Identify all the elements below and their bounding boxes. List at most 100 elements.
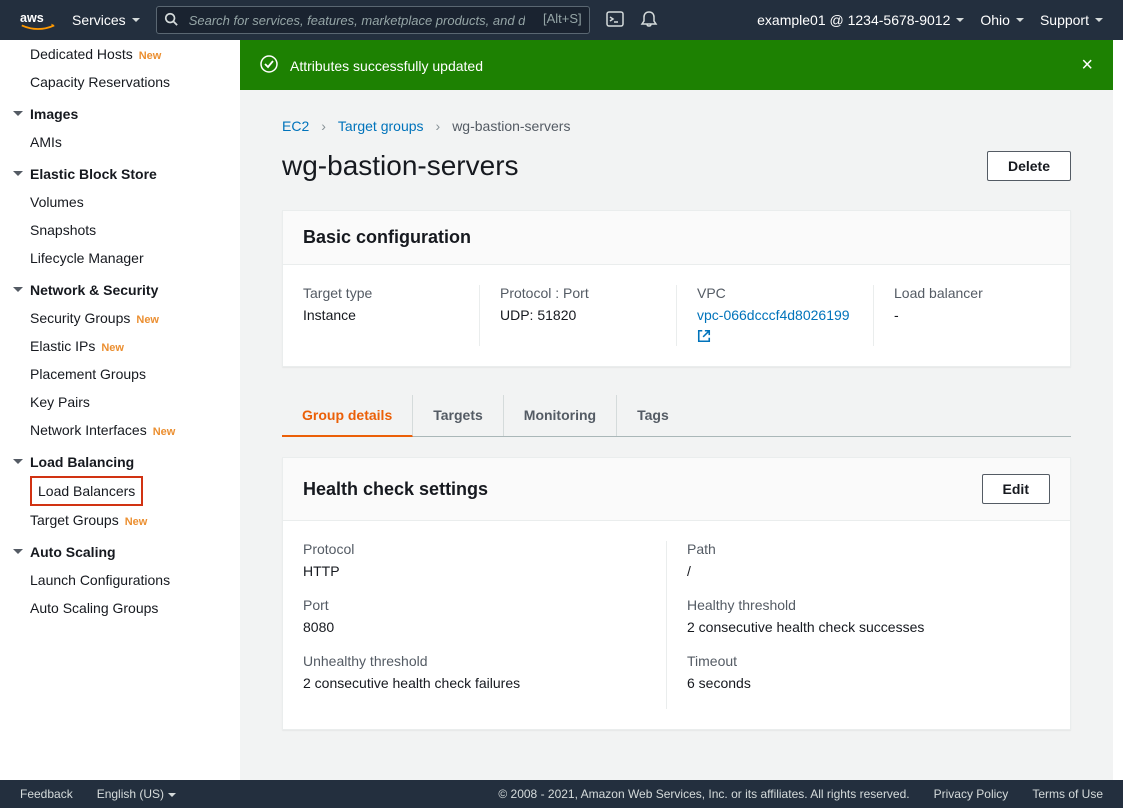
- edit-button[interactable]: Edit: [982, 474, 1050, 504]
- sidebar-item-dedicated-hosts[interactable]: Dedicated HostsNew: [30, 40, 240, 68]
- sidebar-item-amis[interactable]: AMIs: [30, 128, 240, 156]
- caret-down-icon: [132, 18, 140, 22]
- sidebar-heading-auto-scaling[interactable]: Auto Scaling: [30, 534, 240, 566]
- health-unhealthy-label: Unhealthy threshold: [303, 653, 646, 669]
- sidebar-heading-load-balancing[interactable]: Load Balancing: [30, 444, 240, 476]
- vpc-label: VPC: [697, 285, 853, 301]
- privacy-link[interactable]: Privacy Policy: [934, 787, 1009, 801]
- breadcrumb: EC2 › Target groups › wg-bastion-servers: [282, 118, 1071, 134]
- close-icon[interactable]: ×: [1081, 54, 1093, 77]
- support-menu[interactable]: Support: [1040, 12, 1103, 28]
- sidebar-item-network-interfaces[interactable]: Network InterfacesNew: [30, 416, 240, 444]
- flash-message: Attributes successfully updated: [290, 58, 483, 74]
- health-port-value: 8080: [303, 619, 646, 635]
- account-menu[interactable]: example01 @ 1234-5678-9012: [757, 12, 964, 28]
- region-menu[interactable]: Ohio: [980, 12, 1024, 28]
- sidebar-item-capacity-reservations[interactable]: Capacity Reservations: [30, 68, 240, 96]
- account-label: example01 @ 1234-5678-9012: [757, 12, 950, 28]
- sidebar-item-lifecycle-manager[interactable]: Lifecycle Manager: [30, 244, 240, 272]
- tab-tags[interactable]: Tags: [617, 395, 689, 436]
- caret-down-icon: [1016, 18, 1024, 22]
- main-content: EC2 › Target groups › wg-bastion-servers…: [240, 90, 1113, 780]
- sidebar-item-key-pairs[interactable]: Key Pairs: [30, 388, 240, 416]
- caret-down-icon: [956, 18, 964, 22]
- page-title: wg-bastion-servers: [282, 150, 519, 182]
- health-protocol-label: Protocol: [303, 541, 646, 557]
- cloudshell-icon[interactable]: [606, 10, 624, 31]
- breadcrumb-target-groups[interactable]: Target groups: [338, 118, 424, 134]
- support-label: Support: [1040, 12, 1089, 28]
- load-balancer-value: -: [894, 307, 1050, 323]
- feedback-link[interactable]: Feedback: [20, 787, 73, 801]
- tab-monitoring[interactable]: Monitoring: [504, 395, 617, 436]
- top-nav: aws Services [Alt+S] example01 @ 1234-56…: [0, 0, 1123, 40]
- new-badge: New: [139, 50, 162, 62]
- chevron-right-icon: ›: [321, 118, 326, 134]
- card-header: Health check settings Edit: [283, 458, 1070, 521]
- health-unhealthy-value: 2 consecutive health check failures: [303, 675, 646, 691]
- title-row: wg-bastion-servers Delete: [282, 150, 1071, 182]
- tab-group-details[interactable]: Group details: [282, 395, 413, 437]
- card-header: Basic configuration: [283, 211, 1070, 265]
- success-icon: [260, 55, 278, 76]
- language-selector[interactable]: English (US): [97, 787, 176, 801]
- health-path-value: /: [687, 563, 1030, 579]
- vpc-link[interactable]: vpc-066dcccf4d8026199: [697, 307, 850, 323]
- copyright: © 2008 - 2021, Amazon Web Services, Inc.…: [498, 787, 909, 801]
- health-check-heading: Health check settings: [303, 479, 488, 500]
- new-badge: New: [136, 314, 159, 326]
- health-timeout-label: Timeout: [687, 653, 1030, 669]
- new-badge: New: [101, 342, 124, 354]
- protocol-port-label: Protocol : Port: [500, 285, 656, 301]
- search-wrap: [Alt+S]: [156, 6, 590, 34]
- sidebar-item-snapshots[interactable]: Snapshots: [30, 216, 240, 244]
- new-badge: New: [125, 516, 148, 528]
- health-port-label: Port: [303, 597, 646, 613]
- health-path-label: Path: [687, 541, 1030, 557]
- sidebar-item-elastic-ips[interactable]: Elastic IPsNew: [30, 332, 240, 360]
- search-input[interactable]: [156, 6, 590, 34]
- breadcrumb-current: wg-bastion-servers: [452, 118, 570, 134]
- sidebar-item-security-groups[interactable]: Security GroupsNew: [30, 304, 240, 332]
- footer: Feedback English (US) © 2008 - 2021, Ama…: [0, 780, 1123, 808]
- region-label: Ohio: [980, 12, 1010, 28]
- sidebar: Dedicated HostsNew Capacity Reservations…: [0, 40, 240, 780]
- basic-config-heading: Basic configuration: [303, 227, 471, 248]
- sidebar-item-volumes[interactable]: Volumes: [30, 188, 240, 216]
- health-healthy-label: Healthy threshold: [687, 597, 1030, 613]
- sidebar-heading-images[interactable]: Images: [30, 96, 240, 128]
- health-check-card: Health check settings Edit Protocol HTTP…: [282, 457, 1071, 730]
- notifications-icon[interactable]: [640, 10, 658, 31]
- protocol-port-value: UDP: 51820: [500, 307, 656, 323]
- services-menu[interactable]: Services: [72, 12, 140, 28]
- services-label: Services: [72, 12, 126, 28]
- tabs: Group details Targets Monitoring Tags: [282, 395, 1071, 437]
- sidebar-item-load-balancers[interactable]: Load Balancers: [30, 476, 143, 506]
- breadcrumb-ec2[interactable]: EC2: [282, 118, 309, 134]
- terms-link[interactable]: Terms of Use: [1032, 787, 1103, 801]
- sidebar-item-launch-configurations[interactable]: Launch Configurations: [30, 566, 240, 594]
- aws-logo[interactable]: aws: [20, 9, 56, 31]
- search-shortcut: [Alt+S]: [543, 11, 582, 26]
- delete-button[interactable]: Delete: [987, 151, 1071, 181]
- external-link-icon[interactable]: [697, 329, 711, 346]
- basic-configuration-card: Basic configuration Target type Instance…: [282, 210, 1071, 367]
- new-badge: New: [153, 426, 176, 438]
- search-icon: [164, 12, 178, 29]
- sidebar-heading-ebs[interactable]: Elastic Block Store: [30, 156, 240, 188]
- health-timeout-value: 6 seconds: [687, 675, 1030, 691]
- sidebar-heading-network-security[interactable]: Network & Security: [30, 272, 240, 304]
- svg-text:aws: aws: [20, 11, 44, 25]
- flash-success: Attributes successfully updated ×: [240, 40, 1113, 91]
- caret-down-icon: [1095, 18, 1103, 22]
- caret-down-icon: [168, 793, 176, 797]
- tab-targets[interactable]: Targets: [413, 395, 504, 436]
- chevron-right-icon: ›: [436, 118, 441, 134]
- health-protocol-value: HTTP: [303, 563, 646, 579]
- load-balancer-label: Load balancer: [894, 285, 1050, 301]
- sidebar-item-target-groups[interactable]: Target GroupsNew: [30, 506, 240, 534]
- health-healthy-value: 2 consecutive health check successes: [687, 619, 1030, 635]
- sidebar-item-auto-scaling-groups[interactable]: Auto Scaling Groups: [30, 594, 240, 622]
- target-type-label: Target type: [303, 285, 459, 301]
- sidebar-item-placement-groups[interactable]: Placement Groups: [30, 360, 240, 388]
